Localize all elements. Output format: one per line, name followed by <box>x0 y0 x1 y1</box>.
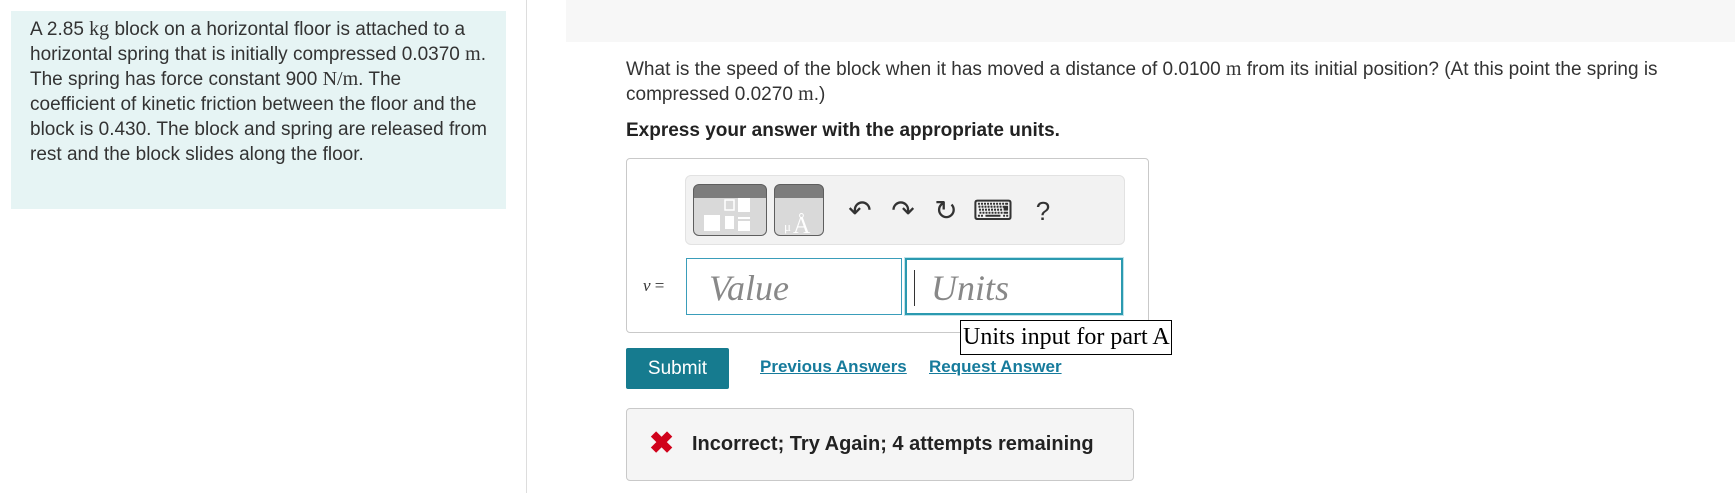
text-caret <box>914 270 915 306</box>
templates-icon <box>704 198 750 231</box>
value-input[interactable]: Value <box>686 258 902 315</box>
problem-unit: kg <box>89 18 110 40</box>
problem-text-part: A 2.85 <box>30 19 84 40</box>
feedback-box: ✖ Incorrect; Try Again; 4 attempts remai… <box>626 408 1134 481</box>
undo-icon[interactable]: ↶ <box>843 194 877 228</box>
variable-label: v = <box>643 276 664 296</box>
units-input[interactable]: Units <box>905 258 1123 315</box>
units-tool-button[interactable]: μ Å <box>774 184 824 237</box>
previous-answers-link[interactable]: Previous Answers <box>760 357 907 377</box>
header-strip <box>566 0 1735 42</box>
problem-unit: m <box>465 43 481 65</box>
mu-glyph: μ <box>784 219 791 234</box>
problem-text: A 2.85 kg block on a horizontal floor is… <box>30 17 488 167</box>
request-answer-link[interactable]: Request Answer <box>929 357 1062 377</box>
error-x-icon: ✖ <box>649 427 675 460</box>
variable-symbol: v <box>643 276 651 295</box>
help-icon[interactable]: ? <box>1026 194 1060 228</box>
instruction-text: Express your answer with the appropriate… <box>626 120 1060 141</box>
feedback-message: Incorrect; Try Again; 4 attempts remaini… <box>692 433 1094 455</box>
column-divider <box>526 0 527 493</box>
question-unit: m <box>1225 58 1242 80</box>
problem-panel: A 2.85 kg block on a horizontal floor is… <box>11 11 506 209</box>
units-tooltip: Units input for part A <box>960 320 1172 355</box>
angstrom-glyph: Å <box>793 213 811 237</box>
equals-sign: = <box>654 276 665 295</box>
units-icon: μ Å <box>784 213 811 237</box>
redo-icon[interactable]: ↷ <box>886 194 920 228</box>
keyboard-icon[interactable]: ⌨ <box>972 194 1014 228</box>
question-text: What is the speed of the block when it h… <box>626 57 1721 107</box>
question-text-part: .) <box>813 84 826 105</box>
reset-icon[interactable]: ↻ <box>929 194 963 228</box>
submit-button[interactable]: Submit <box>626 348 729 389</box>
templates-button[interactable] <box>693 184 767 236</box>
units-placeholder: Units <box>931 268 1010 308</box>
problem-unit: N/m <box>322 68 359 90</box>
math-toolbar: μ Å ↶ ↷ ↻ ⌨ ? <box>685 175 1125 245</box>
question-text-part: What is the speed of the block when it h… <box>626 59 1221 80</box>
question-unit: m <box>798 83 814 105</box>
